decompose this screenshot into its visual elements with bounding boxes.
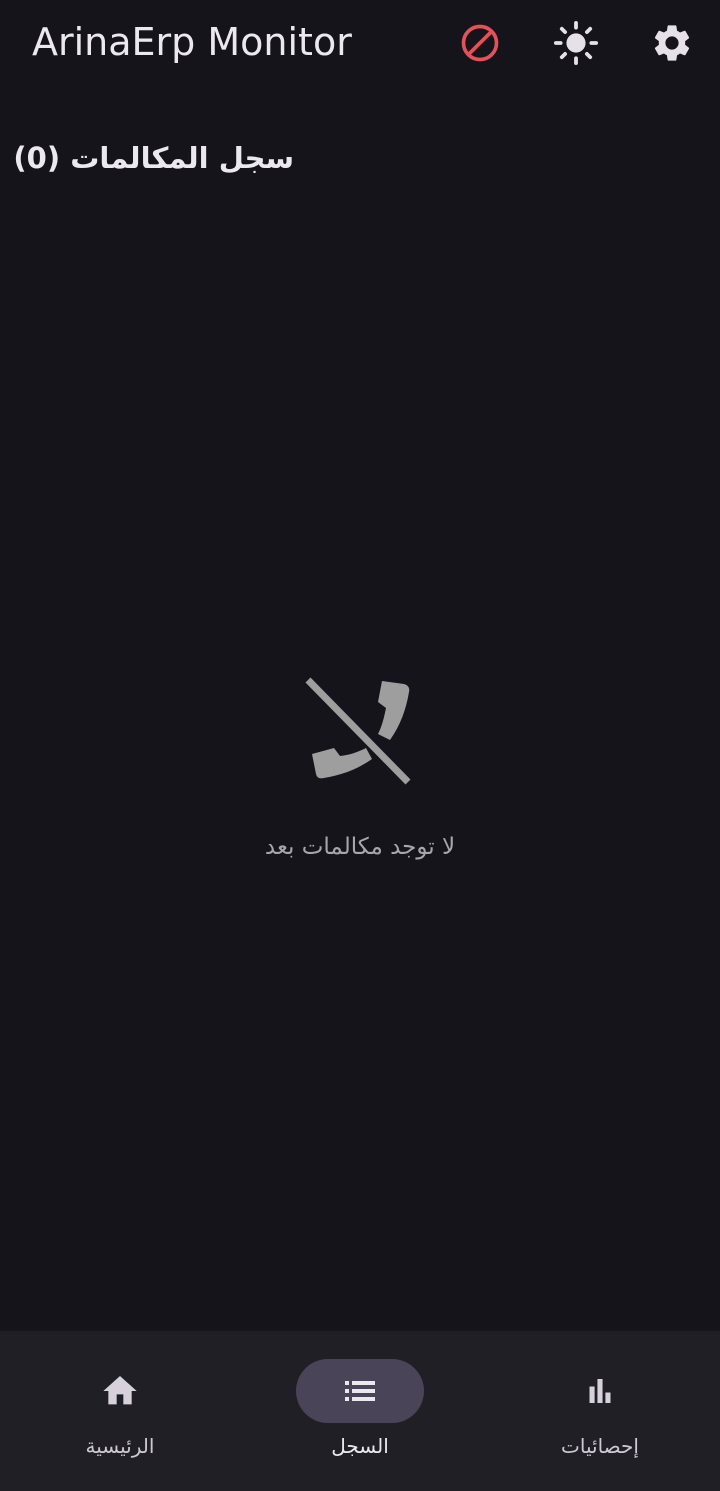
- list-icon: [345, 1381, 375, 1401]
- nav-indicator: [536, 1359, 664, 1423]
- block-button[interactable]: [454, 17, 506, 69]
- theme-toggle-button[interactable]: [550, 17, 602, 69]
- bar-chart-icon: [589, 1379, 611, 1403]
- call-log-title: سجل المكالمات (0): [13, 141, 294, 175]
- phone-disabled-icon: [305, 677, 411, 785]
- settings-button[interactable]: [646, 17, 698, 69]
- nav-item-statistics[interactable]: إحصائيات: [510, 1359, 690, 1469]
- home-icon: [103, 1376, 137, 1405]
- empty-state-message: لا توجد مكالمات بعد: [264, 834, 456, 860]
- top-app-bar: ArinaErp Monitor: [0, 0, 720, 88]
- nav-label-log: السجل: [331, 1434, 389, 1458]
- block-icon: [461, 24, 499, 62]
- nav-item-log[interactable]: السجل: [270, 1359, 450, 1469]
- empty-state: لا توجد مكالمات بعد: [0, 676, 720, 864]
- nav-indicator-active: [296, 1359, 424, 1423]
- nav-label-statistics: إحصائيات: [561, 1434, 639, 1458]
- nav-label-home: الرئيسية: [85, 1434, 155, 1458]
- nav-item-home[interactable]: الرئيسية: [30, 1359, 210, 1469]
- gear-icon: [654, 25, 690, 61]
- app-title: ArinaErp Monitor: [32, 20, 352, 64]
- sun-icon: [553, 20, 599, 66]
- app-root: ArinaErp Monitor سجل المكالمات (0) لا تو…: [0, 0, 720, 1491]
- nav-indicator: [56, 1359, 184, 1423]
- bottom-navigation: إحصائيات السجل الرئيسية: [0, 1331, 720, 1491]
